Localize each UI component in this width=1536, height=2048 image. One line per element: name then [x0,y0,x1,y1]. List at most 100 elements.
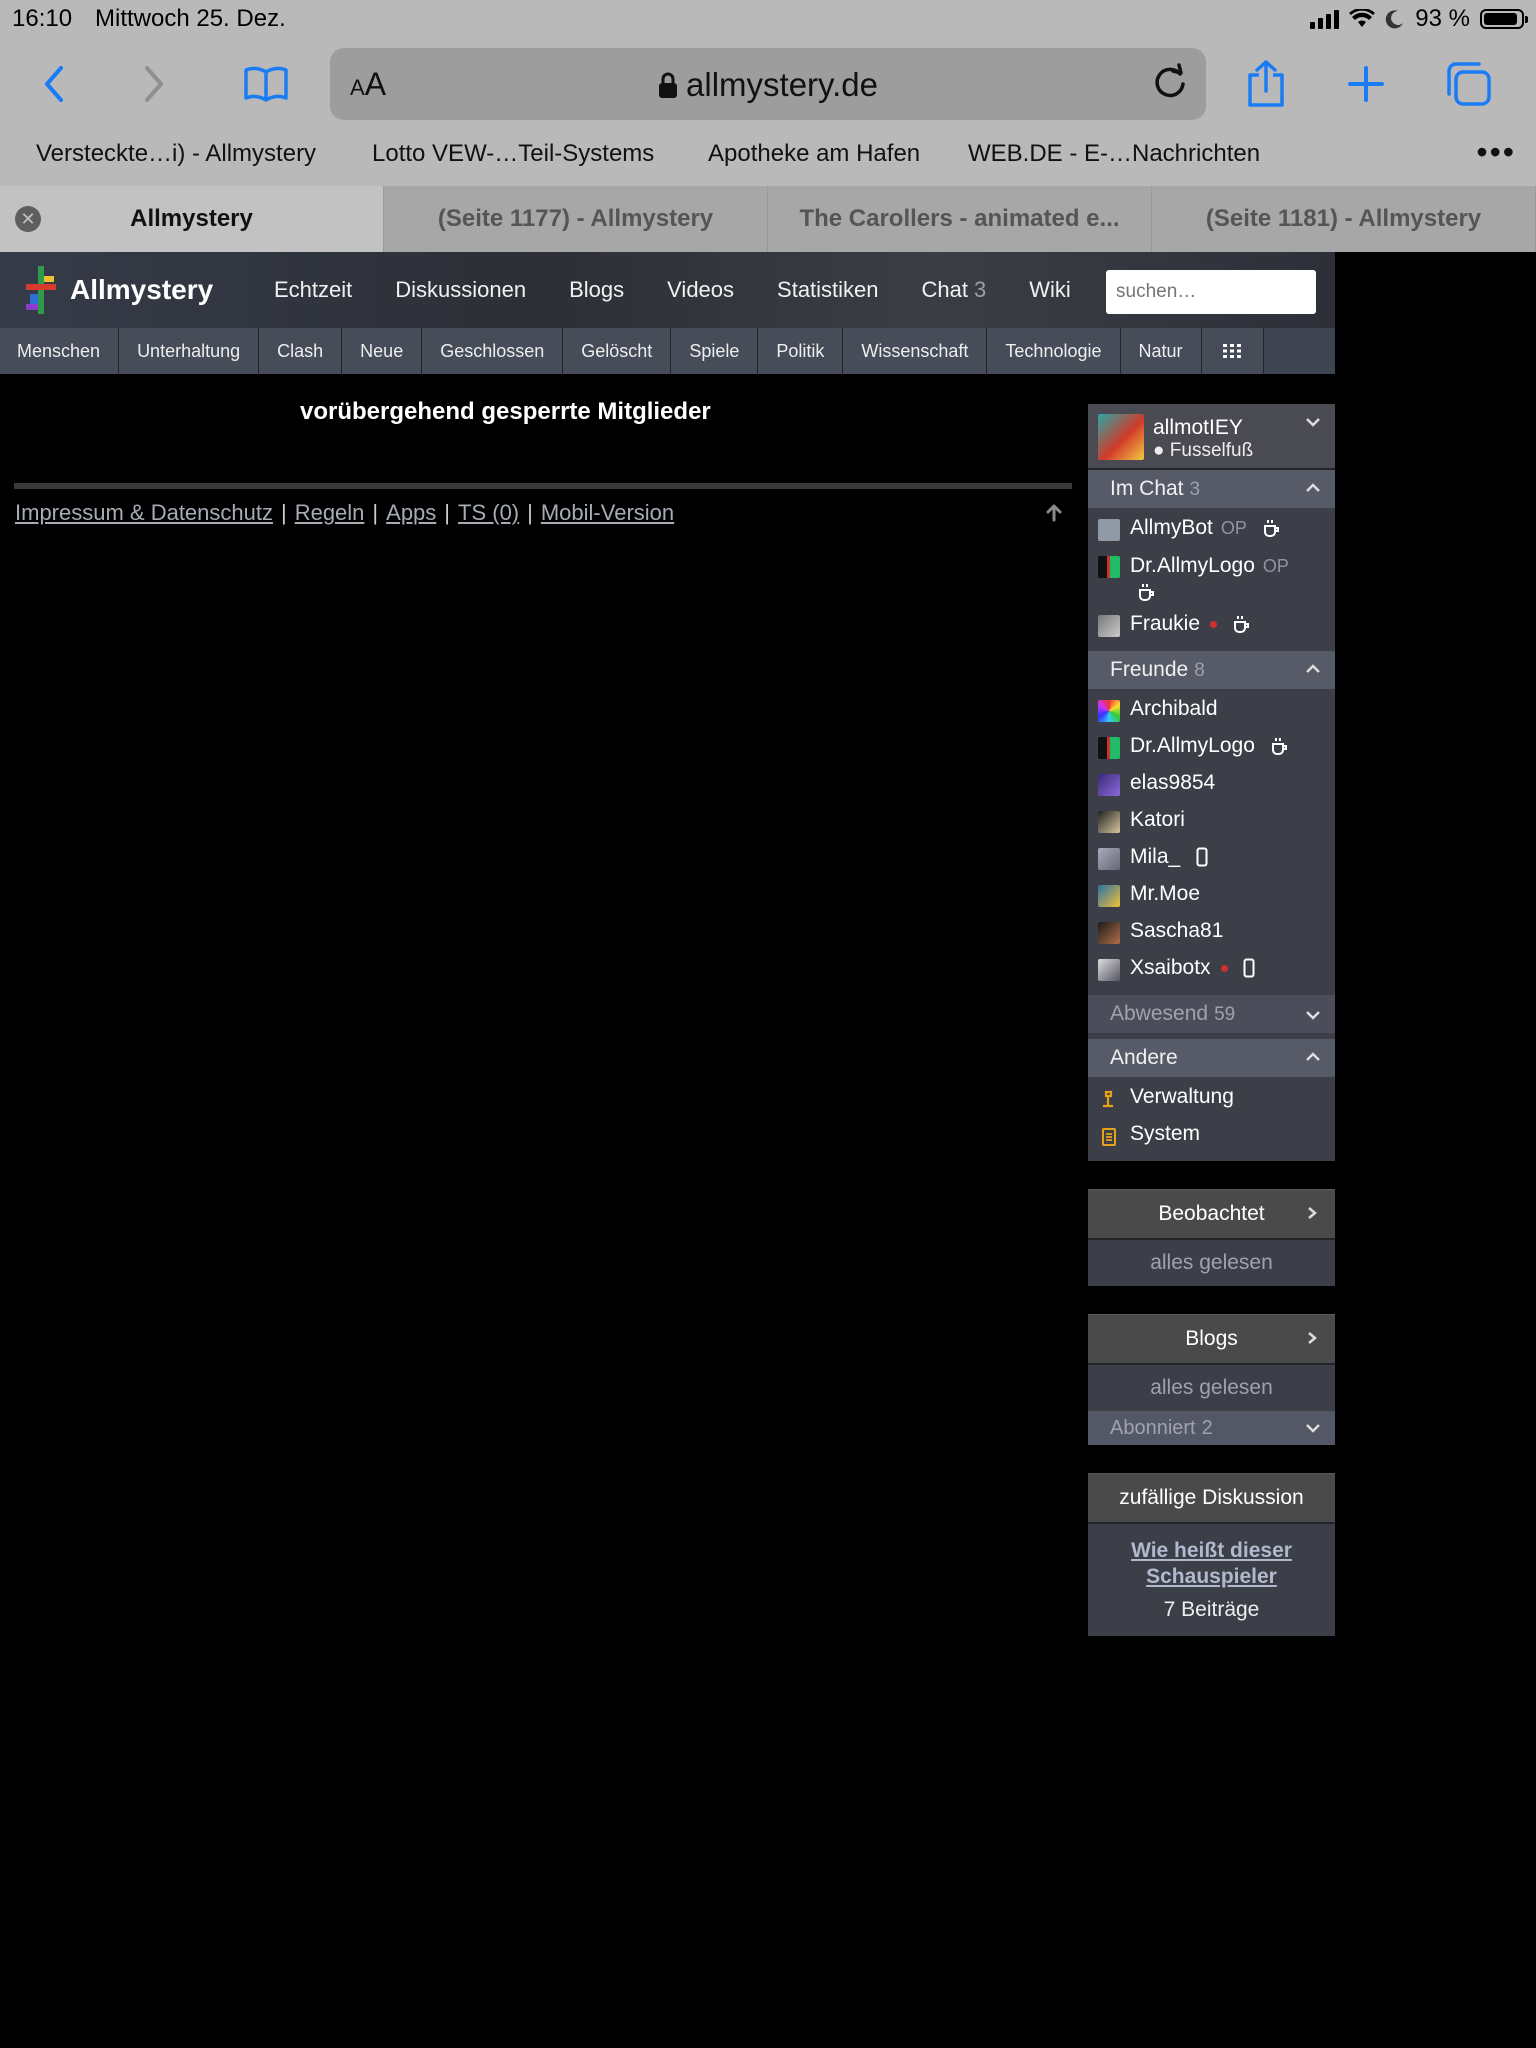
more-bookmarks-button[interactable]: ••• [1476,134,1516,171]
reload-icon[interactable] [1150,62,1190,102]
list-item[interactable]: Dr.AllmyLogo [1088,730,1335,767]
category-menschen[interactable]: Menschen [0,328,120,374]
avatar [1098,700,1120,722]
random-discussion-link[interactable]: Wie heißt dieser Schauspieler [1131,1539,1292,1588]
list-item[interactable]: Mila_ [1088,841,1335,878]
category-geloescht[interactable]: Gelöscht [563,328,672,374]
im-chat-header[interactable]: Im Chat 3 [1088,470,1335,508]
site-logo[interactable]: Allmystery [22,264,213,316]
current-user[interactable]: allmotIEY ● Fusselfuß [1088,404,1335,470]
status-time: 16:10 [12,5,73,32]
avatar [1098,959,1120,981]
beobachtet-header[interactable]: Beobachtet [1088,1189,1335,1238]
member-name: Mila_ [1130,845,1181,868]
category-natur[interactable]: Natur [1120,328,1202,374]
category-geschlossen[interactable]: Geschlossen [422,328,564,374]
category-neue[interactable]: Neue [342,328,423,374]
category-spiele[interactable]: Spiele [671,328,759,374]
search-input[interactable] [1106,270,1316,314]
list-item[interactable]: Fraukie [1088,608,1335,645]
battery-icon [1480,9,1528,29]
tab-seite-1181[interactable]: (Seite 1181) - Allmystery [1152,186,1536,252]
nav-videos[interactable]: Videos [667,277,734,303]
page-title: vorübergehend gesperrte Mitglieder [300,398,711,425]
andere-item: System [1130,1122,1201,1145]
chevron-right-icon [1308,1332,1317,1344]
category-grid-button[interactable] [1201,328,1264,374]
bookmarks-icon[interactable] [236,54,296,114]
tab-seite-1177[interactable]: (Seite 1177) - Allmystery [384,186,768,252]
list-item[interactable]: Sascha81 [1088,915,1335,952]
member-name: Fraukie [1130,612,1201,635]
category-nav: Menschen Unterhaltung Clash Neue Geschlo… [0,328,1335,374]
category-wissenschaft[interactable]: Wissenschaft [843,328,988,374]
forward-icon[interactable] [124,54,184,114]
list-item[interactable]: Xsaibotx [1088,952,1335,989]
list-item[interactable]: Katori [1088,804,1335,841]
footer-mobile-link[interactable]: Mobil-Version [541,500,674,525]
nav-echtzeit[interactable]: Echtzeit [274,277,352,303]
chevron-up-icon [1306,483,1320,492]
bookmark-item[interactable]: Apotheke am Hafen [708,140,920,168]
close-tab-icon[interactable]: ✕ [15,206,41,232]
browser-chrome: 16:10 Mittwoch 25. Dez. 93 % AA allmyste… [0,0,1536,252]
list-item[interactable]: System [1088,1118,1335,1155]
freunde-header[interactable]: Freunde 8 [1088,651,1335,689]
status-bar: 16:10 Mittwoch 25. Dez. 93 % [0,0,1536,40]
list-item[interactable]: elas9854 [1088,767,1335,804]
nav-chat[interactable]: Chat 3 [922,277,987,303]
bookmark-item[interactable]: Versteckte…i) - Allmystery [36,140,316,168]
chat-count-badge: 3 [974,277,987,302]
abonniert-header[interactable]: Abonniert 2 [1088,1411,1335,1445]
tab-title: (Seite 1181) - Allmystery [1205,205,1482,232]
member-name: Dr.AllmyLogo [1130,554,1255,577]
category-technologie[interactable]: Technologie [987,328,1121,374]
footer-ts-link[interactable]: TS (0) [458,500,519,525]
list-item[interactable]: Dr.AllmyLogo OP [1088,549,1335,608]
site-logo-text: Allmystery [70,274,214,305]
nav-blogs[interactable]: Blogs [569,277,624,303]
avatar [1098,556,1120,578]
back-icon[interactable] [24,54,84,114]
tab-allmystery[interactable]: ✕ Allmystery [0,186,384,252]
andere-header[interactable]: Andere [1088,1039,1335,1077]
im-chat-list: AllmyBot OP Dr.AllmyLogo OP Fraukie [1088,508,1335,651]
random-discussion-panel: zufällige Diskussion Wie heißt dieser Sc… [1088,1473,1335,1636]
footer-regeln-link[interactable]: Regeln [295,500,365,525]
footer-impressum-link[interactable]: Impressum & Datenschutz [15,500,273,525]
list-item[interactable]: Verwaltung [1088,1081,1335,1118]
member-name: Sascha81 [1130,919,1224,942]
abwesend-header[interactable]: Abwesend 59 [1088,995,1335,1033]
online-dot-icon: ● [1153,440,1165,461]
member-name: Dr.AllmyLogo [1130,734,1255,757]
list-item[interactable]: Mr.Moe [1088,878,1335,915]
avatar [1098,519,1120,541]
nav-wiki[interactable]: Wiki [1029,277,1071,303]
freunde-label: Freunde [1110,658,1189,681]
abonniert-count: 2 [1201,1417,1213,1439]
tab-carollers[interactable]: The Carollers - animated e... [768,186,1152,252]
main-nav: Echtzeit Diskussionen Blogs Videos Stati… [274,252,1114,328]
footer-links: Impressum & Datenschutz | Regeln | Apps | TS (… [15,500,674,526]
tabs-icon[interactable] [1438,54,1498,114]
mobile-icon [1196,847,1208,867]
battery-percent: 93 % [1415,5,1470,32]
address-bar[interactable]: AA allmystery.de [330,48,1206,120]
new-tab-icon[interactable] [1336,54,1396,114]
list-item[interactable]: Archibald [1088,693,1335,730]
category-politik[interactable]: Politik [758,328,844,374]
list-item[interactable]: AllmyBot OP [1088,512,1335,549]
footer-apps-link[interactable]: Apps [386,500,436,525]
member-name: AllmyBot [1130,516,1213,539]
chevron-down-icon[interactable] [1305,416,1321,428]
bookmark-item[interactable]: WEB.DE - E-…Nachrichten [968,140,1260,168]
nav-statistiken[interactable]: Statistiken [777,277,879,303]
nav-diskussionen[interactable]: Diskussionen [395,277,526,303]
url-text: allmystery.de [686,66,878,103]
category-clash[interactable]: Clash [259,328,343,374]
share-icon[interactable] [1236,54,1296,114]
scroll-top-icon[interactable] [1044,502,1064,522]
blogs-header[interactable]: Blogs [1088,1314,1335,1363]
bookmark-item[interactable]: Lotto VEW-…Teil-Systems [372,140,654,168]
category-unterhaltung[interactable]: Unterhaltung [119,328,260,374]
